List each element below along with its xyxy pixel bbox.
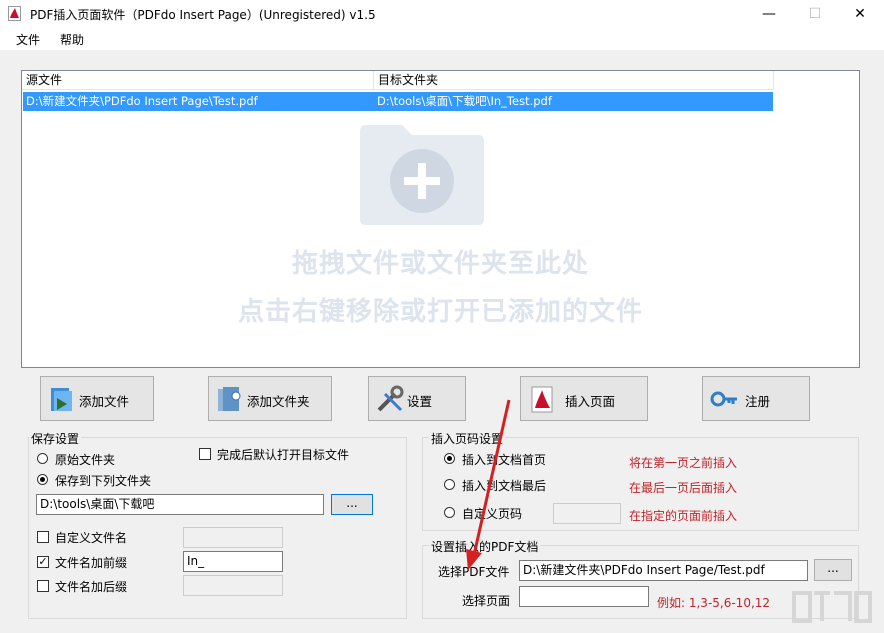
minimize-button[interactable]: — [746,0,792,28]
custom-page-radio[interactable] [444,507,455,518]
custom-name-checkbox[interactable] [37,531,49,543]
insert-at-first-hint: 将在第一页之前插入 [629,456,738,470]
register-button[interactable]: 注册 [702,376,810,421]
maximize-button[interactable]: ☐ [792,0,838,28]
add-folder-icon [218,387,241,411]
insert-pdf-file-input[interactable]: D:\新建文件夹\PDFdo Insert Page/Test.pdf [519,560,808,581]
title-bar: PDF插入页面软件（PDFdo Insert Page）(Unregistere… [0,0,884,28]
row-target-cell: D:\tools\桌面\下载吧\In_Test.pdf [377,94,552,108]
insert-at-first-radio[interactable] [444,453,455,464]
insert-pdf-title: 设置插入的PDF文档 [429,538,541,555]
add-folder-button[interactable]: 添加文件夹 [208,376,332,421]
menu-file[interactable]: 文件 [16,31,40,48]
pdf-icon [531,386,553,413]
custom-page-input[interactable] [553,503,621,524]
tools-icon [377,385,404,412]
file-list[interactable]: 源文件 目标文件夹 D:\新建文件夹\PDFdo Insert Page\Tes… [21,70,860,368]
add-prefix-checkbox[interactable]: ✓ [37,556,49,568]
drop-hint-text: 拖拽文件或文件夹至此处 [291,249,589,279]
close-button[interactable]: ✕ [837,0,883,28]
select-pages-label: 选择页面 [462,594,511,608]
insert-page-button[interactable]: 插入页面 [520,376,648,421]
open-after-checkbox[interactable] [199,448,211,460]
add-file-label: 添加文件 [79,394,130,409]
custom-name-input[interactable] [183,527,283,548]
browse-insert-pdf-button[interactable]: ... [814,559,852,581]
original-folder-radio[interactable] [37,453,48,464]
insert-position-title: 插入页码设置 [429,430,506,447]
settings-label: 设置 [407,394,433,409]
add-suffix-checkbox[interactable] [37,580,49,592]
save-settings-title: 保存设置 [29,430,82,447]
column-header-source[interactable]: 源文件 [22,71,374,90]
select-pdf-label: 选择PDF文件 [438,565,510,579]
menu-bar: 文件 帮助 [0,28,884,50]
add-file-icon [51,388,72,411]
add-prefix-label[interactable]: 文件名加前缀 [55,554,127,571]
pdf-app-icon [8,6,21,21]
save-to-folder-label[interactable]: 保存到下列文件夹 [55,472,151,489]
right-click-hint-text: 点击右键移除或打开已添加的文件 [237,297,643,327]
select-pages-input[interactable] [519,586,649,607]
save-to-folder-radio[interactable] [37,474,48,485]
window-title: PDF插入页面软件（PDFdo Insert Page）(Unregistere… [30,8,376,22]
site-watermark-logo [792,591,872,623]
custom-name-label[interactable]: 自定义文件名 [55,529,127,546]
original-folder-label[interactable]: 原始文件夹 [55,451,115,468]
add-suffix-label[interactable]: 文件名加后缀 [55,578,127,595]
table-row[interactable]: D:\新建文件夹\PDFdo Insert Page\Test.pdf D:\t… [23,92,773,111]
output-folder-input[interactable]: D:\tools\桌面\下载吧 [36,494,324,515]
row-source-cell: D:\新建文件夹\PDFdo Insert Page\Test.pdf [26,94,258,108]
settings-button[interactable]: 设置 [368,376,466,421]
insert-page-label: 插入页面 [565,394,616,409]
menu-help[interactable]: 帮助 [60,31,84,48]
browse-output-folder-button[interactable]: ... [331,494,373,515]
insert-at-last-radio[interactable] [444,479,455,490]
insert-at-first-label[interactable]: 插入到文档首页 [462,451,546,468]
key-icon [710,391,737,407]
pages-example-hint: 例如: 1,3-5,6-10,12 [657,596,771,610]
register-label: 注册 [745,394,771,409]
add-folder-watermark-icon [360,125,484,225]
open-after-label[interactable]: 完成后默认打开目标文件 [217,446,349,463]
add-file-button[interactable]: 添加文件 [40,376,154,421]
custom-page-label[interactable]: 自定义页码 [462,505,522,522]
add-folder-label: 添加文件夹 [247,394,310,409]
insert-at-last-label[interactable]: 插入到文档最后 [462,477,546,494]
column-header-target[interactable]: 目标文件夹 [374,71,774,90]
custom-page-hint: 在指定的页面前插入 [629,509,738,523]
suffix-input[interactable] [183,575,283,596]
prefix-input[interactable]: In_ [183,551,283,572]
insert-at-last-hint: 在最后一页后面插入 [629,481,738,495]
